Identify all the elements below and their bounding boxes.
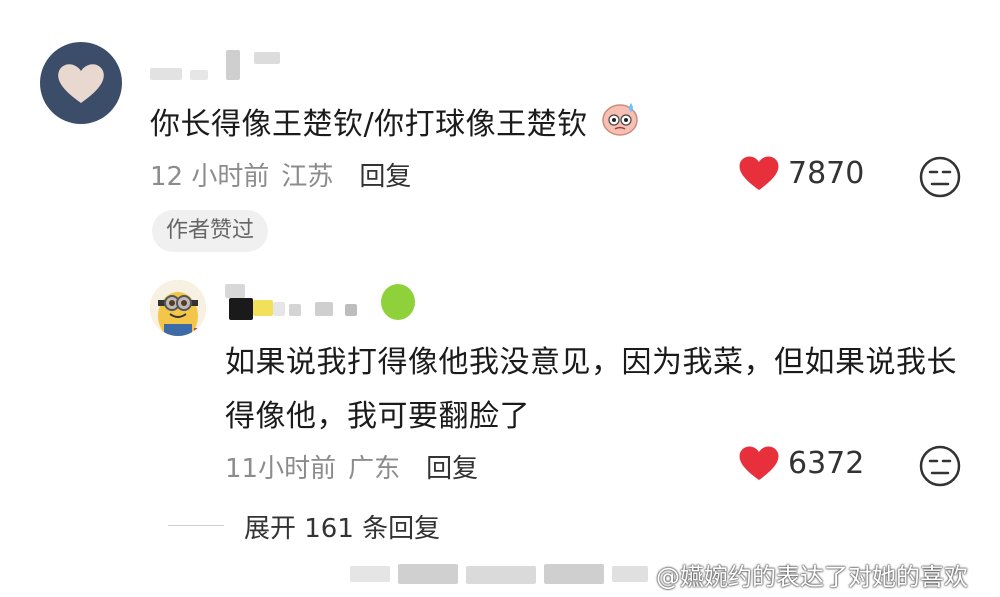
author-liked-badge: 作者赞过 bbox=[152, 210, 269, 252]
heart-avatar-icon bbox=[58, 64, 104, 103]
sweat-emoji-icon bbox=[600, 98, 640, 153]
username-main-blurred[interactable] bbox=[150, 48, 290, 82]
like-button[interactable]: 6372 bbox=[738, 444, 864, 482]
location: 江苏 bbox=[281, 162, 334, 192]
reply-comment-meta: 11小时前 广东 回复 bbox=[225, 448, 478, 485]
timestamp: 11小时前 bbox=[225, 454, 337, 484]
avatar-reply-commenter[interactable] bbox=[150, 280, 206, 336]
dislike-button[interactable] bbox=[918, 444, 962, 492]
main-comment-meta: 12 小时前 江苏 回复 bbox=[150, 156, 411, 193]
reply-comment-text: 如果说我打得像他我没意见，因为我菜，但如果说我长得像他，我可要翻脸了 bbox=[225, 345, 957, 434]
heart-icon[interactable] bbox=[738, 154, 780, 192]
watermark: @嬿婉约的表达了对她的喜欢 bbox=[350, 556, 968, 592]
like-count: 6372 bbox=[788, 445, 865, 481]
meh-face-icon[interactable] bbox=[918, 155, 962, 199]
expand-replies-button[interactable]: 展开 161 条回复 bbox=[244, 508, 440, 545]
badge-icon bbox=[381, 284, 415, 320]
like-button[interactable]: 7870 bbox=[738, 154, 864, 192]
main-comment-content: 你长得像王楚钦/你打球像王楚钦 bbox=[150, 107, 588, 142]
minion-avatar-icon bbox=[150, 280, 206, 336]
divider bbox=[168, 525, 224, 526]
dislike-button[interactable] bbox=[918, 155, 962, 203]
blurred-handle bbox=[350, 560, 650, 588]
reply-button[interactable]: 回复 bbox=[359, 156, 411, 193]
location: 广东 bbox=[348, 454, 401, 484]
heart-icon[interactable] bbox=[738, 444, 780, 482]
avatar-main-commenter[interactable] bbox=[40, 42, 122, 124]
like-count: 7870 bbox=[788, 155, 865, 191]
reply-button[interactable]: 回复 bbox=[426, 448, 478, 485]
watermark-text: @嬿婉约的表达了对她的喜欢 bbox=[656, 562, 968, 591]
meh-face-icon[interactable] bbox=[918, 444, 962, 488]
username-reply-blurred[interactable] bbox=[225, 282, 425, 322]
timestamp: 12 小时前 bbox=[150, 162, 270, 192]
main-comment-text: 你长得像王楚钦/你打球像王楚钦 bbox=[150, 98, 640, 153]
